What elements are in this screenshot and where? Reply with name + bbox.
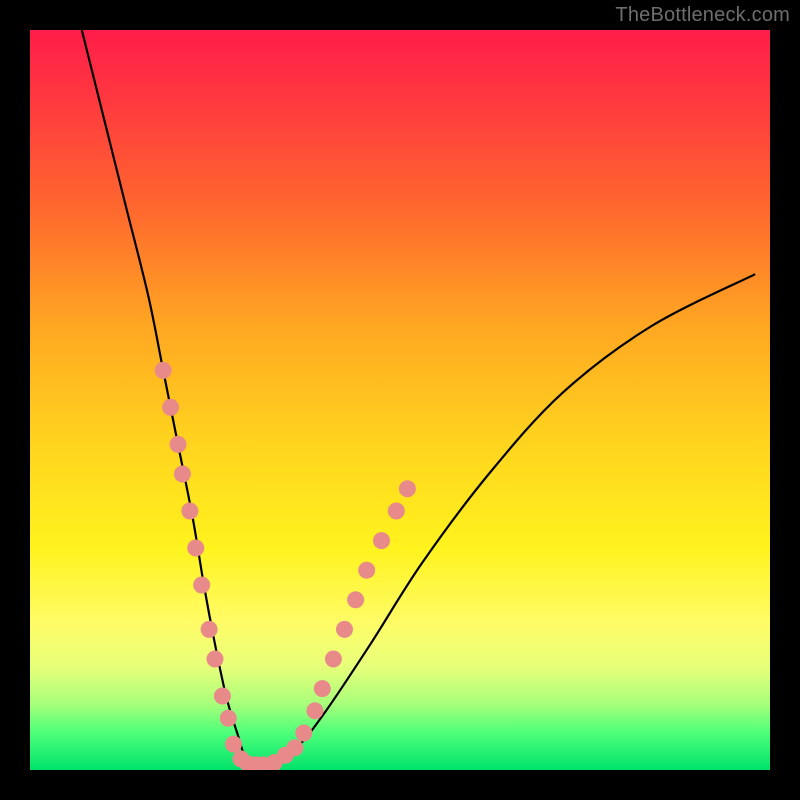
highlight-dot [336,621,353,638]
curve-layer [30,30,770,770]
highlight-dot [181,503,198,520]
highlight-dot [373,532,390,549]
highlight-dot [201,621,218,638]
highlight-dot [347,591,364,608]
highlight-dot [187,540,204,557]
highlight-dot [399,480,416,497]
highlight-dot [162,399,179,416]
highlight-dot [174,466,191,483]
outer-frame: TheBottleneck.com [0,0,800,800]
highlight-dot [286,739,303,756]
highlight-dots [155,362,416,770]
highlight-dot [155,362,172,379]
highlight-dot [170,436,187,453]
highlight-dot [295,725,312,742]
plot-area [30,30,770,770]
highlight-dot [388,503,405,520]
highlight-dot [358,562,375,579]
highlight-dot [193,577,210,594]
highlight-dot [325,651,342,668]
highlight-dot [214,688,231,705]
highlight-dot [314,680,331,697]
highlight-dot [306,702,323,719]
highlight-dot [220,710,237,727]
bottleneck-curve [82,30,755,767]
watermark-text: TheBottleneck.com [615,4,790,27]
highlight-dot [207,651,224,668]
highlight-dot [225,736,242,753]
